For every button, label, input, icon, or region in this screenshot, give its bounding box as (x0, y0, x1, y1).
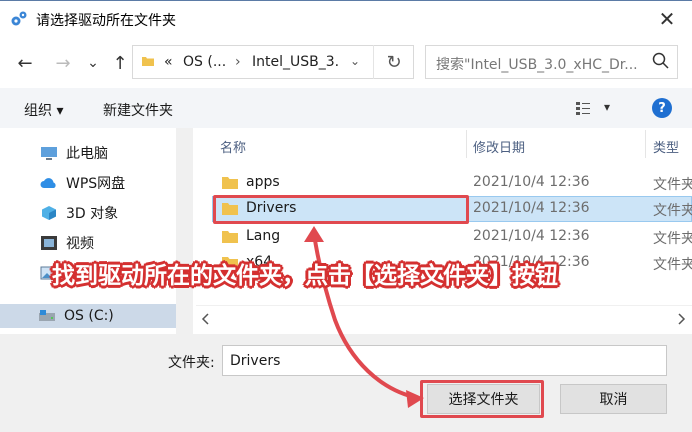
breadcrumb-chevron-icon[interactable]: › (235, 54, 241, 70)
scroll-right-icon[interactable] (676, 313, 686, 325)
help-icon[interactable]: ? (652, 98, 672, 118)
video-icon (41, 236, 57, 250)
sidebar-item-os-drive[interactable]: OS (C:) (0, 304, 176, 328)
file-type: 文件夹 (653, 257, 692, 273)
file-row[interactable] (212, 170, 692, 196)
breadcrumb-drive[interactable]: OS (... (183, 54, 226, 70)
file-date: 2021/10/4 12:36 (473, 200, 590, 216)
view-dropdown-icon[interactable]: ▾ (604, 100, 610, 114)
sidebar-item-videos[interactable]: 视频 (40, 231, 94, 255)
file-type: 文件夹 (653, 203, 692, 219)
folder-name-input[interactable] (222, 345, 667, 376)
highlight-select-button (420, 380, 544, 418)
file-type: 文件夹 (653, 231, 692, 247)
arrow-icon (304, 226, 424, 408)
sidebar-item-label: 此电脑 (66, 146, 108, 162)
back-button[interactable]: ← (12, 50, 38, 76)
view-options-icon[interactable] (575, 100, 591, 116)
up-button[interactable]: ↑ (107, 50, 133, 76)
file-row[interactable] (212, 224, 692, 250)
sidebar-item-label: 视频 (66, 236, 94, 252)
new-folder-button[interactable]: 新建文件夹 (103, 100, 173, 120)
folder-icon (222, 177, 238, 189)
column-name[interactable]: 名称 (220, 137, 246, 156)
sidebar-scrollbar[interactable] (176, 128, 193, 334)
folder-field-label: 文件夹: (168, 355, 215, 371)
column-type[interactable]: 类型 (653, 137, 679, 156)
sidebar-item-3d-objects[interactable]: 3D 对象 (40, 201, 118, 225)
column-divider[interactable] (466, 130, 467, 158)
column-divider[interactable] (645, 130, 646, 158)
computer-icon (41, 147, 57, 160)
scroll-left-icon[interactable] (201, 313, 211, 325)
file-date: 2021/10/4 12:36 (473, 228, 590, 244)
organize-menu[interactable]: 组织 ▾ (24, 100, 63, 120)
file-type: 文件夹 (653, 177, 692, 193)
refresh-button[interactable]: ↻ (373, 45, 414, 79)
cancel-button[interactable]: 取消 (560, 384, 667, 414)
column-header-row (196, 128, 692, 160)
search-placeholder: 搜索"Intel_USB_3.0_xHC_Dr... (436, 57, 638, 73)
sidebar-item-label: WPS网盘 (66, 176, 126, 192)
drive-icon (39, 310, 55, 321)
instruction-callout: 找到驱动所在的文件夹，点击【选择文件夹】按钮 (52, 263, 558, 289)
sidebar-item-label: OS (C:) (64, 308, 114, 324)
address-dropdown-icon[interactable]: ⌄ (350, 54, 360, 68)
gears-icon (11, 11, 27, 26)
file-name[interactable]: Lang (246, 228, 280, 244)
folder-icon (142, 57, 154, 66)
cloud-icon (40, 178, 56, 188)
file-date: 2021/10/4 12:36 (473, 174, 590, 190)
address-separator[interactable]: « (164, 54, 173, 70)
forward-button[interactable]: → (50, 50, 76, 76)
folder-icon (222, 231, 238, 243)
file-name[interactable]: apps (246, 174, 280, 190)
sidebar-item-wps[interactable]: WPS网盘 (40, 171, 125, 195)
column-modified[interactable]: 修改日期 (473, 137, 525, 156)
sidebar-item-label: 3D 对象 (66, 206, 119, 222)
search-icon[interactable] (651, 51, 671, 71)
horizontal-scrollbar[interactable] (196, 305, 692, 333)
cube-icon (42, 206, 56, 220)
window-title: 请选择驱动所在文件夹 (36, 13, 176, 29)
history-dropdown[interactable]: ⌄ (80, 50, 106, 76)
close-icon[interactable]: ✕ (650, 4, 684, 34)
sidebar-item-this-pc[interactable]: 此电脑 (40, 141, 108, 165)
breadcrumb-folder[interactable]: Intel_USB_3. (252, 54, 339, 70)
